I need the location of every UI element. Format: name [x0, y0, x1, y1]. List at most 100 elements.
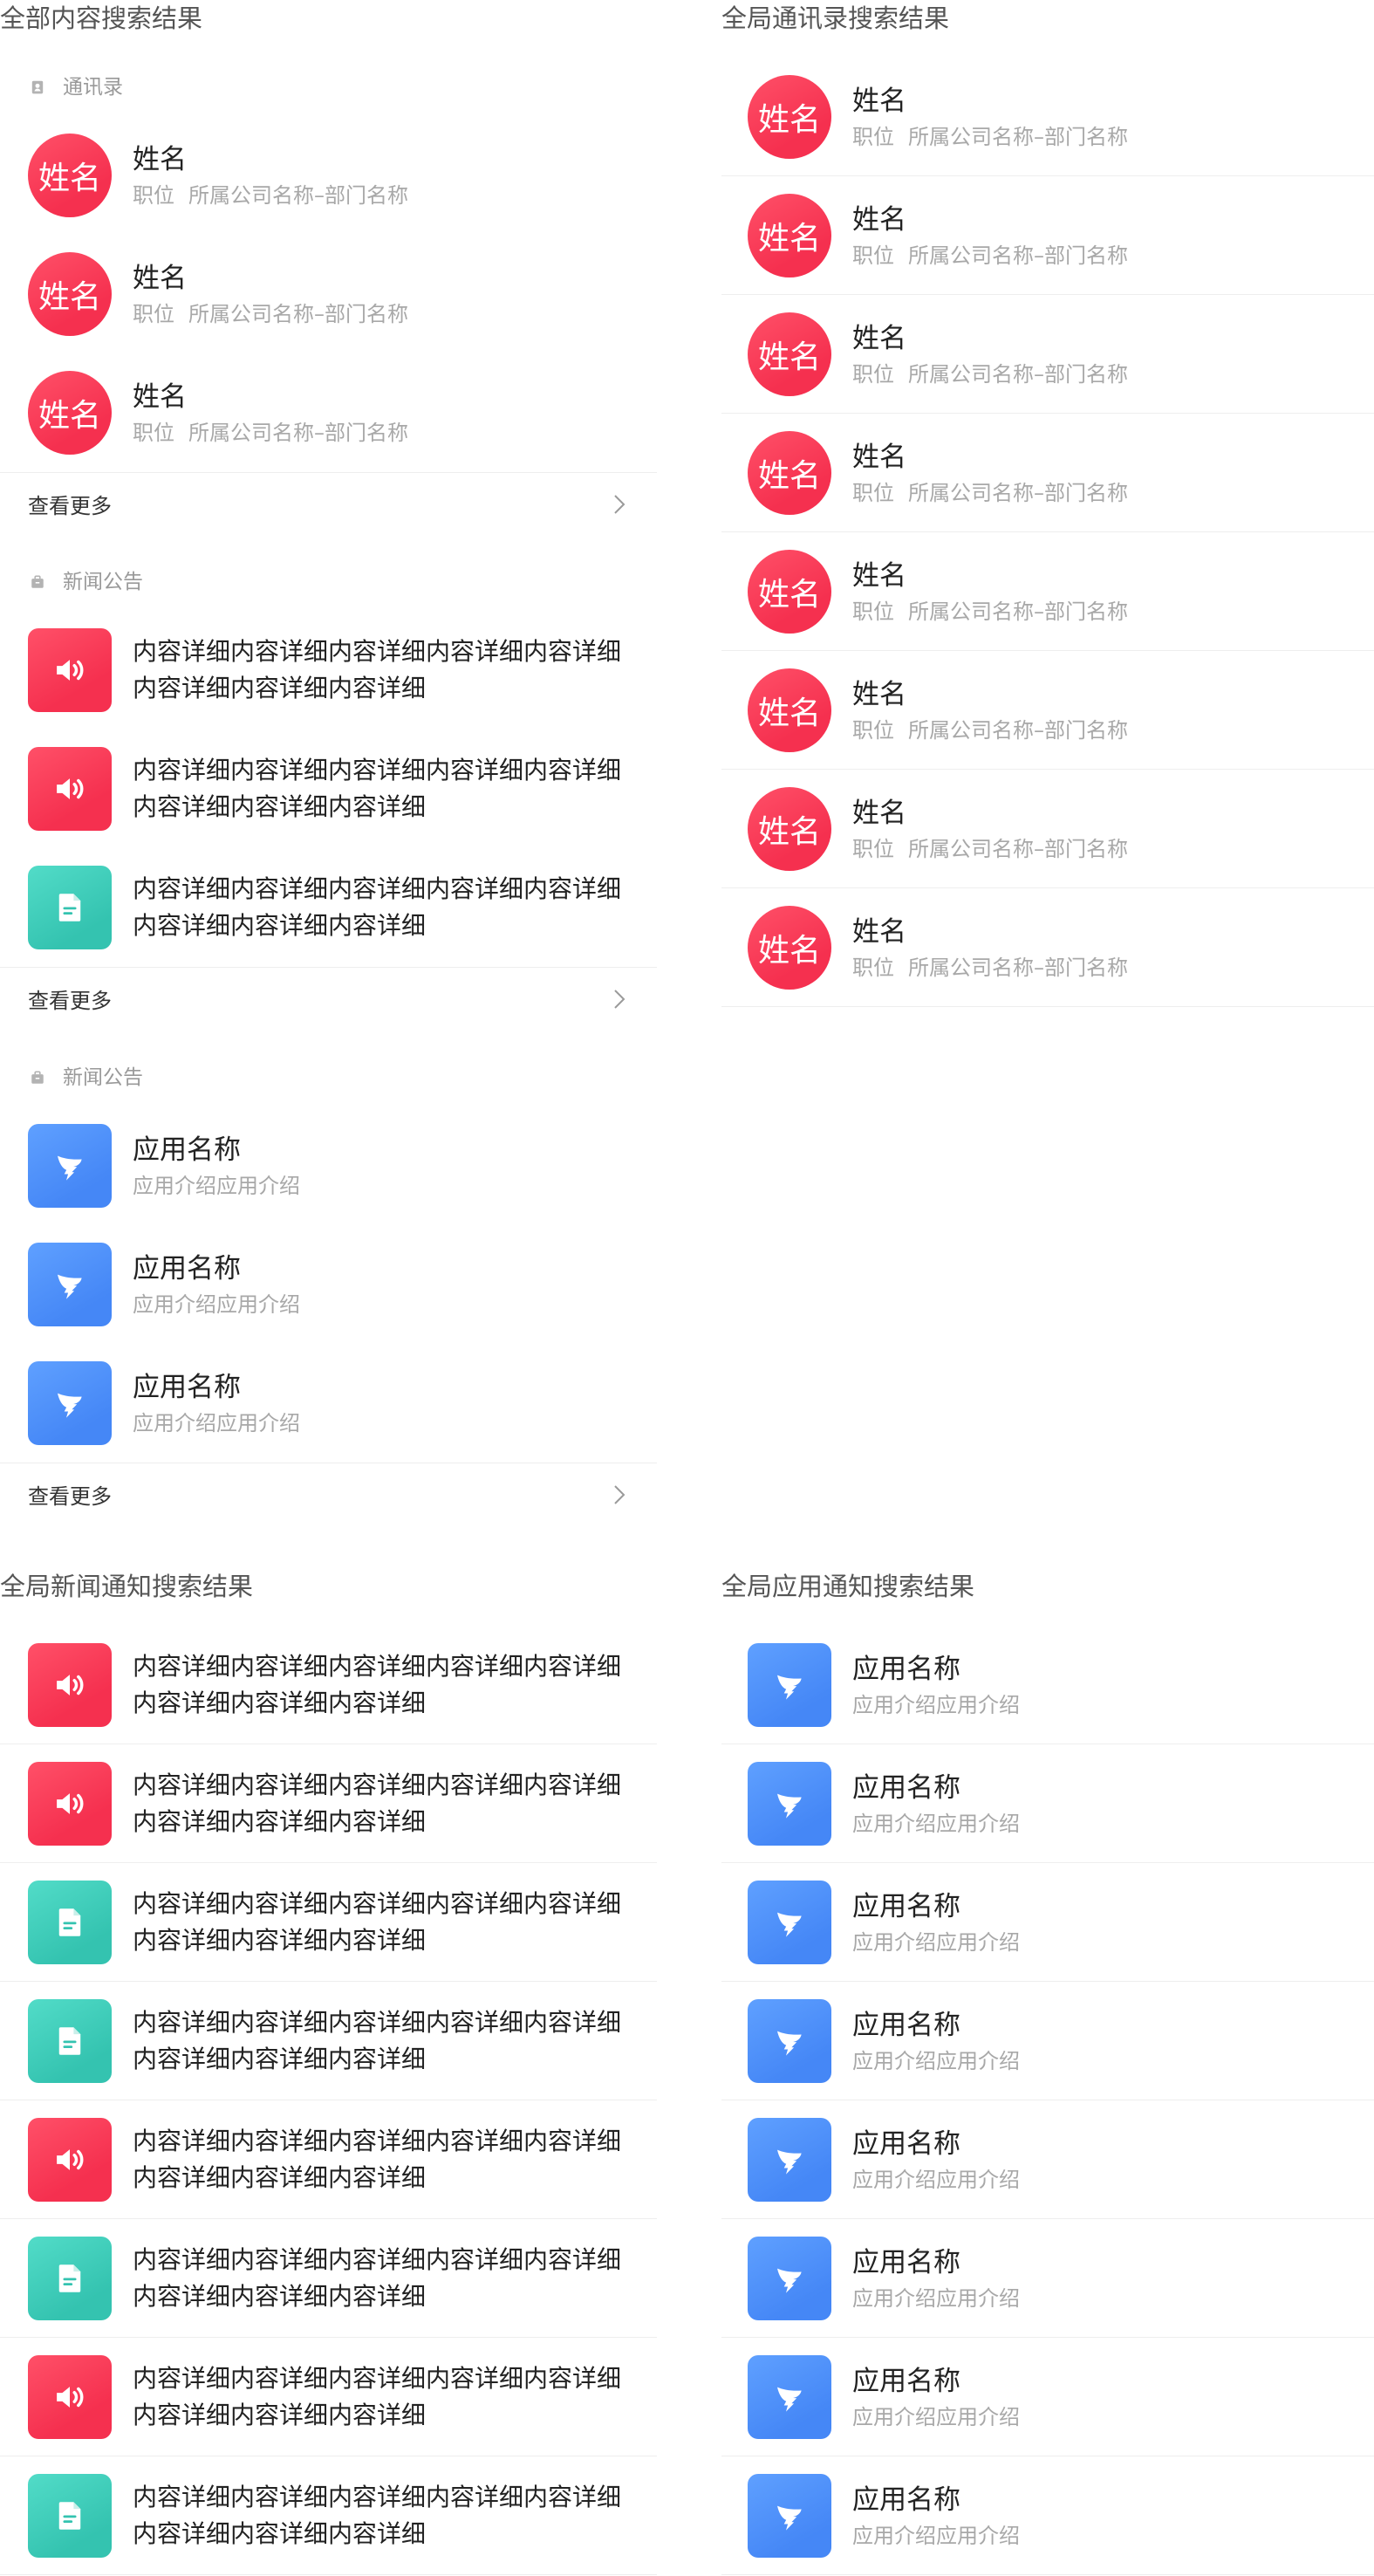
contact-row[interactable]: 姓名 姓名 职位 所属公司名称–部门名称: [0, 116, 657, 235]
contact-org: 所属公司名称–部门名称: [908, 717, 1128, 743]
news-row[interactable]: 内容详细内容详细内容详细内容详细内容详细 内容详细内容详细内容详细: [0, 2338, 657, 2456]
news-content: 内容详细内容详细内容详细内容详细内容详细 内容详细内容详细内容详细: [133, 634, 621, 707]
app-description: 应用介绍应用介绍: [133, 1174, 300, 1198]
news-row[interactable]: 内容详细内容详细内容详细内容详细内容详细 内容详细内容详细内容详细: [0, 1626, 657, 1744]
news-content-line: 内容详细内容详细内容详细: [133, 792, 427, 821]
document-glyph: [58, 1908, 81, 1936]
news-row[interactable]: 内容详细内容详细内容详细内容详细内容详细 内容详细内容详细内容详细: [0, 1982, 657, 2100]
document-icon: [28, 1998, 112, 2083]
panel-title: 全局应用通知搜索结果: [721, 1572, 975, 1601]
speaker-icon: [28, 2354, 112, 2439]
app-name: 应用名称: [133, 1372, 241, 1403]
contact-row[interactable]: 姓名 姓名 职位 所属公司名称–部门名称: [721, 58, 1374, 176]
wing-logo-icon: [748, 1998, 831, 2083]
app-row[interactable]: 应用名称 应用介绍应用介绍: [0, 1106, 657, 1225]
view-more-contacts-button[interactable]: 查看更多: [0, 472, 657, 535]
contact-row[interactable]: 姓名 姓名 职位 所属公司名称–部门名称: [721, 770, 1374, 888]
news-row[interactable]: 内容详细内容详细内容详细内容详细内容详细 内容详细内容详细内容详细: [0, 730, 657, 848]
app-row[interactable]: 应用名称 应用介绍应用介绍: [721, 1982, 1374, 2100]
wing-logo-glyph: [58, 1155, 82, 1181]
contact-meta: 职位 所属公司名称–部门名称: [852, 124, 1128, 150]
wing-logo-glyph: [777, 2387, 802, 2412]
global-apps-panel: 全局应用通知搜索结果 应用名称 应用介绍应用介绍 应用名称 应用介绍应用介绍 应…: [721, 1568, 1374, 2575]
app-info: 应用名称 应用介绍应用介绍: [852, 1771, 1020, 1837]
app-row[interactable]: 应用名称 应用介绍应用介绍: [721, 1863, 1374, 1982]
avatar-initials: 姓名: [757, 932, 821, 969]
news-row[interactable]: 内容详细内容详细内容详细内容详细内容详细 内容详细内容详细内容详细: [0, 611, 657, 730]
view-more-apps-button[interactable]: 查看更多: [0, 1463, 657, 1525]
news-content-line: 内容详细内容详细内容详细内容详细内容详细: [133, 874, 622, 903]
contact-org: 所属公司名称–部门名称: [188, 302, 408, 326]
contact-row[interactable]: 姓名 姓名 职位 所属公司名称–部门名称: [0, 353, 657, 472]
app-row[interactable]: 应用名称 应用介绍应用介绍: [0, 1344, 657, 1463]
contact-row[interactable]: 姓名 姓名 职位 所属公司名称–部门名称: [721, 414, 1374, 532]
app-row[interactable]: 应用名称 应用介绍应用介绍: [721, 2338, 1374, 2456]
app-description: 应用介绍应用介绍: [133, 1292, 300, 1317]
contact-info: 姓名 职位 所属公司名称–部门名称: [852, 915, 1128, 981]
app-name: 应用名称: [133, 1253, 241, 1285]
section-header-contacts: 通讯录: [0, 37, 657, 116]
contact-position: 职位: [852, 955, 894, 980]
contact-row[interactable]: 姓名 姓名 职位 所属公司名称–部门名称: [721, 888, 1374, 1007]
contact-name: 姓名: [133, 263, 187, 294]
contact-row[interactable]: 姓名 姓名 职位 所属公司名称–部门名称: [721, 651, 1374, 770]
briefcase-glyph: [31, 1071, 44, 1084]
contact-name: 姓名: [852, 203, 906, 236]
contact-row[interactable]: 姓名 姓名 职位 所属公司名称–部门名称: [721, 176, 1374, 295]
contact-meta: 职位 所属公司名称–部门名称: [852, 836, 1128, 862]
contact-row[interactable]: 姓名 姓名 职位 所属公司名称–部门名称: [0, 235, 657, 353]
all-results-panel: 全部内容搜索结果 通讯录 姓名 姓名 职位 所属公司名称–部门名称 姓名 姓名 职…: [0, 0, 657, 1525]
app-description: 应用介绍应用介绍: [852, 1692, 1020, 1717]
app-row[interactable]: 应用名称 应用介绍应用介绍: [721, 2100, 1374, 2219]
app-row[interactable]: 应用名称 应用介绍应用介绍: [721, 2219, 1374, 2338]
app-row[interactable]: 应用名称 应用介绍应用介绍: [721, 1626, 1374, 1744]
global-news-panel: 全局新闻通知搜索结果 内容详细内容详细内容详细内容详细内容详细 内容详细内容详细…: [0, 1568, 657, 2575]
section-header-news: 新闻公告: [0, 535, 657, 611]
contact-book-icon: [30, 79, 45, 95]
contact-row[interactable]: 姓名 姓名 职位 所属公司名称–部门名称: [721, 295, 1374, 414]
app-info: 应用名称 应用介绍应用介绍: [852, 1652, 1020, 1718]
app-name: 应用名称: [852, 2246, 960, 2278]
contact-org: 所属公司名称–部门名称: [188, 183, 408, 208]
view-more-label: 查看更多: [28, 1484, 112, 1509]
contact-position: 职位: [133, 302, 174, 326]
news-row[interactable]: 内容详细内容详细内容详细内容详细内容详细 内容详细内容详细内容详细: [0, 848, 657, 967]
app-info: 应用名称 应用介绍应用介绍: [852, 2245, 1020, 2312]
view-more-news-button[interactable]: 查看更多: [0, 967, 657, 1030]
contact-info: 姓名 职位 所属公司名称–部门名称: [852, 440, 1128, 506]
news-row[interactable]: 内容详细内容详细内容详细内容详细内容详细 内容详细内容详细内容详细: [0, 2456, 657, 2575]
avatar-initials: 姓名: [757, 813, 821, 850]
wing-logo-glyph: [777, 2268, 802, 2293]
app-row[interactable]: 应用名称 应用介绍应用介绍: [721, 2456, 1374, 2575]
contact-position: 职位: [133, 421, 174, 445]
contact-meta: 职位 所属公司名称–部门名称: [852, 243, 1128, 269]
avatar-initials: 姓名: [757, 576, 821, 613]
avatar: 姓名: [748, 312, 831, 396]
avatar: 姓名: [28, 252, 112, 336]
news-row[interactable]: 内容详细内容详细内容详细内容详细内容详细 内容详细内容详细内容详细: [0, 2100, 657, 2219]
document-icon: [28, 2473, 112, 2558]
news-row[interactable]: 内容详细内容详细内容详细内容详细内容详细 内容详细内容详细内容详细: [0, 1744, 657, 1863]
app-info: 应用名称 应用介绍应用介绍: [852, 2483, 1020, 2549]
speaker-icon: [28, 628, 112, 712]
wing-logo-glyph: [58, 1393, 82, 1418]
contact-meta: 职位 所属公司名称–部门名称: [852, 480, 1128, 506]
contact-info: 姓名 职位 所属公司名称–部门名称: [133, 380, 408, 446]
app-description: 应用介绍应用介绍: [133, 1411, 300, 1435]
contact-row[interactable]: 姓名 姓名 职位 所属公司名称–部门名称: [721, 532, 1374, 651]
speaker-icon: [28, 1642, 112, 1727]
panel-title: 全部内容搜索结果: [0, 3, 203, 33]
news-content: 内容详细内容详细内容详细内容详细内容详细 内容详细内容详细内容详细: [133, 2360, 621, 2434]
wing-logo-glyph: [777, 2505, 802, 2531]
contact-org: 所属公司名称–部门名称: [188, 421, 408, 445]
app-row[interactable]: 应用名称 应用介绍应用介绍: [721, 1744, 1374, 1863]
panel-title: 全局通讯录搜索结果: [721, 3, 950, 33]
wing-logo-icon: [748, 1761, 831, 1846]
section-label: 新闻公告: [63, 1066, 143, 1089]
news-row[interactable]: 内容详细内容详细内容详细内容详细内容详细 内容详细内容详细内容详细: [0, 1863, 657, 1982]
app-row[interactable]: 应用名称 应用介绍应用介绍: [0, 1225, 657, 1344]
avatar: 姓名: [748, 549, 831, 634]
contact-position: 职位: [852, 480, 894, 505]
app-description: 应用介绍应用介绍: [852, 2285, 1020, 2311]
news-row[interactable]: 内容详细内容详细内容详细内容详细内容详细 内容详细内容详细内容详细: [0, 2219, 657, 2338]
